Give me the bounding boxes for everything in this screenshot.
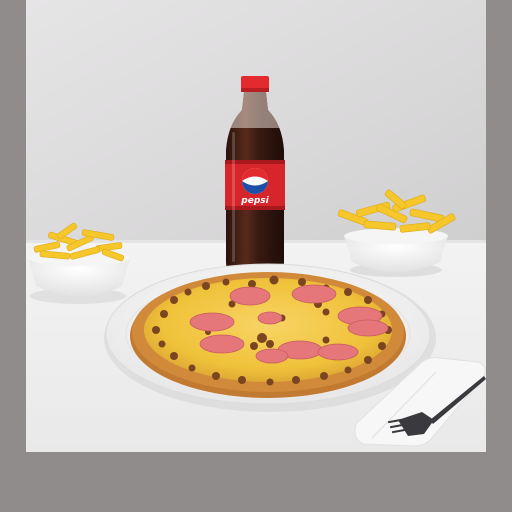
- product-photo: pepsi: [26, 0, 486, 452]
- pizza: [130, 272, 406, 398]
- bottle-brand-text: pepsi: [240, 196, 269, 206]
- pepsi-logo-icon: [242, 168, 268, 194]
